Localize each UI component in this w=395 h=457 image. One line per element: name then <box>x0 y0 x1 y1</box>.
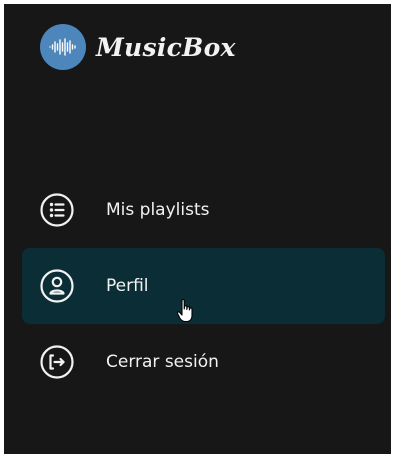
logout-icon <box>38 343 76 381</box>
nav-item-label: Cerrar sesión <box>106 352 219 372</box>
nav-item-label: Mis playlists <box>106 200 210 220</box>
nav-item-mis-playlists[interactable]: Mis playlists <box>22 172 385 248</box>
hand-cursor-icon <box>176 298 196 328</box>
sidebar: MusicBox Mis playlists Perfil Cerrar ses… <box>4 4 391 454</box>
nav-item-cerrar-sesion[interactable]: Cerrar sesión <box>22 324 385 400</box>
nav-item-perfil[interactable]: Perfil <box>22 248 385 324</box>
user-icon <box>38 267 76 305</box>
logo <box>40 24 86 70</box>
brand-name: MusicBox <box>96 32 236 62</box>
nav-item-label: Perfil <box>106 276 149 296</box>
brand[interactable]: MusicBox <box>40 24 236 70</box>
sound-wave-icon <box>49 38 76 56</box>
list-icon <box>38 191 76 229</box>
